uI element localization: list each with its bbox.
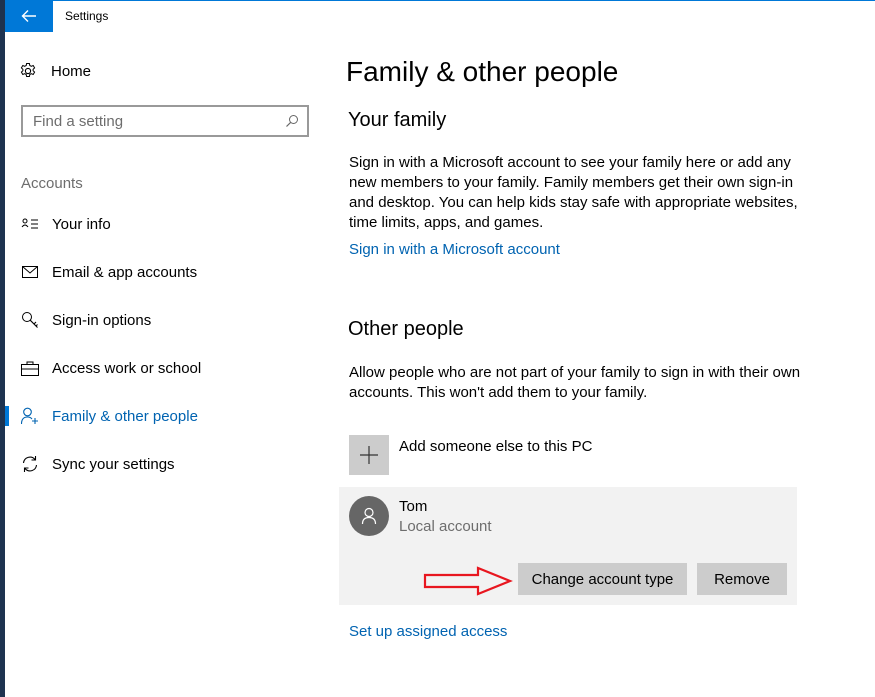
remove-account-button[interactable]: Remove	[697, 563, 787, 595]
red-arrow-annotation	[423, 566, 513, 596]
other-people-description: Allow people who are not part of your fa…	[349, 364, 801, 401]
add-person-icon	[21, 407, 39, 425]
back-button[interactable]	[5, 0, 53, 32]
back-arrow-icon	[21, 10, 36, 22]
your-family-description: Sign in with a Microsoft account to see …	[349, 154, 798, 231]
sync-icon	[21, 455, 39, 473]
sidebar-item-label: Sign-in options	[52, 311, 152, 329]
change-account-type-button[interactable]: Change account type	[518, 563, 687, 595]
sidebar-item-label: Email & app accounts	[52, 263, 198, 281]
add-user-label[interactable]: Add someone else to this PC	[399, 438, 592, 455]
accounts-section-label: Accounts	[21, 175, 83, 192]
sidebar: Home Accounts Your info Email & app acco…	[5, 32, 325, 697]
main-content: Family & other people Your family Sign i…	[339, 0, 875, 697]
briefcase-icon	[21, 359, 39, 377]
key-icon	[21, 311, 39, 329]
mail-icon	[21, 263, 39, 281]
sidebar-item-sync[interactable]: Sync your settings	[5, 446, 325, 482]
gear-icon	[20, 63, 36, 77]
person-icon	[361, 507, 377, 525]
sidebar-item-your-info[interactable]: Your info	[5, 206, 325, 242]
window-title: Settings	[65, 9, 109, 23]
home-label: Home	[51, 62, 92, 80]
sidebar-item-sign-in-options[interactable]: Sign-in options	[5, 302, 325, 338]
avatar	[349, 496, 389, 536]
page-title: Family & other people	[346, 56, 619, 87]
search-box[interactable]	[21, 105, 309, 137]
sidebar-item-label: Access work or school	[52, 359, 202, 377]
user-account-type: Local account	[399, 518, 492, 535]
sign-in-microsoft-link[interactable]: Sign in with a Microsoft account	[349, 241, 560, 258]
plus-icon	[360, 446, 378, 464]
contact-card-icon	[21, 215, 39, 233]
sidebar-item-work-school[interactable]: Access work or school	[5, 350, 325, 386]
search-icon	[286, 115, 298, 127]
active-indicator	[5, 406, 9, 426]
home-nav-item[interactable]: Home	[19, 62, 91, 80]
add-user-button[interactable]	[349, 435, 389, 475]
user-account-card[interactable]: Tom Local account Change account type Re…	[339, 487, 797, 605]
search-input[interactable]	[23, 107, 273, 135]
assigned-access-link[interactable]: Set up assigned access	[349, 623, 507, 640]
sidebar-item-family[interactable]: Family & other people	[5, 398, 325, 434]
other-people-heading: Other people	[348, 318, 464, 340]
sidebar-item-label: Family & other people	[52, 407, 198, 425]
user-name: Tom	[399, 498, 428, 515]
sidebar-item-label: Sync your settings	[52, 455, 175, 473]
sidebar-item-label: Your info	[52, 215, 111, 233]
your-family-heading: Your family	[348, 109, 447, 131]
sidebar-item-email-accounts[interactable]: Email & app accounts	[5, 254, 325, 290]
